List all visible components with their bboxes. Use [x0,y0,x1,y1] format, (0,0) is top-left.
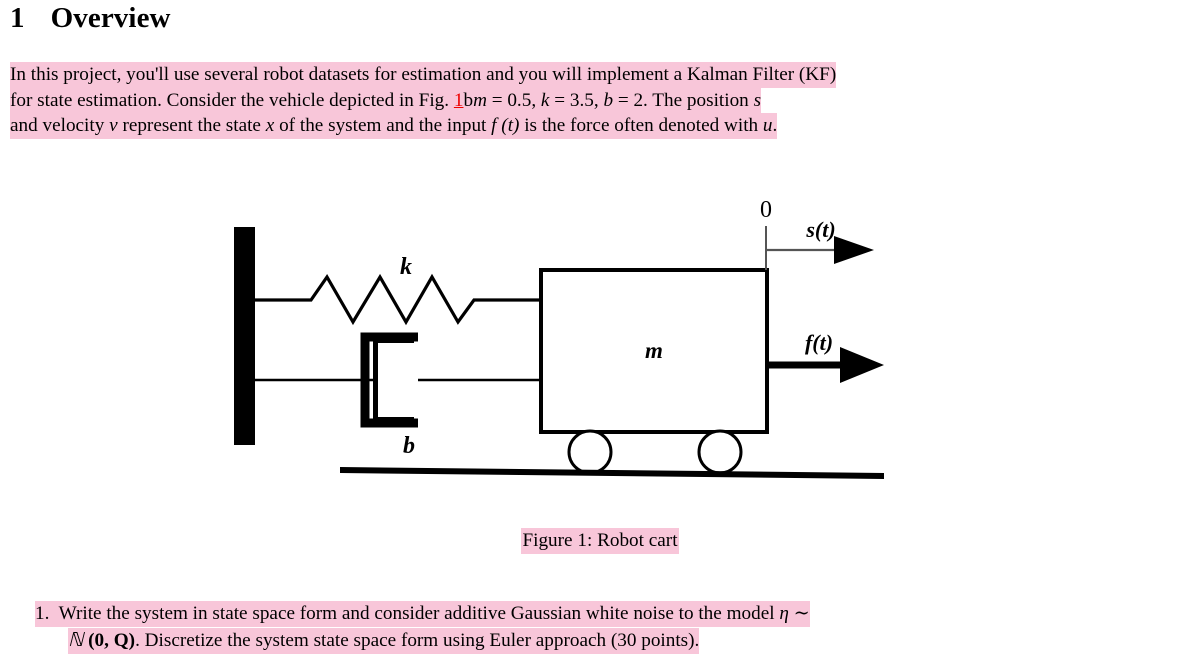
math-symbol-x: x [265,115,275,137]
damping-coefficient-label: b [403,433,415,459]
line3-part-e: . [772,115,778,137]
line3-part-b: represent the state [117,115,266,137]
math-symbol-normal-dist: ℕ [68,630,84,651]
paragraph-line-3: and velocity v represent the state x of … [10,113,1192,140]
page-title: 1 Overview [10,2,171,35]
question-line-1: 1. Write the system in state space form … [10,600,1192,627]
figure-caption: Figure 1: Robot cart [0,528,1200,554]
section-title-text: Overview [50,2,171,34]
line2-part-a: for state estimation. Consider the vehic… [10,89,454,111]
cart-wheel-right [697,429,743,475]
spring-coil-path [255,273,541,326]
math-symbol-eta: η [779,603,789,624]
highlighted-text: ℕ (0, Q). Discretize the system state sp… [68,628,700,654]
highlighted-text: for state estimation. Consider the vehic… [10,87,762,114]
highlighted-text: In this project, you'll use several robo… [10,62,837,88]
math-symbol-tilde: ∼ [788,603,810,624]
figure-block: k b m 0 s(t) f(t) Figure 1: Robot cart [0,170,1200,570]
line3-part-a: and velocity [10,115,110,137]
paragraph-line-1: In this project, you'll use several robo… [10,62,1192,88]
displacement-label: s(t) [805,217,835,242]
spring-element [255,273,541,326]
displacement-arrow-head [834,236,874,264]
math-symbol-s: s [753,89,762,111]
wall-support [234,227,255,445]
damper-element [255,332,541,428]
question-line-2: ℕ (0, Q). Discretize the system state sp… [10,627,1192,654]
math-symbol-m: m [473,89,487,111]
math-value-b: = 2. The position [613,89,754,111]
line3-part-d: is the force often denoted with [519,115,763,137]
figure-caption-text: Figure 1: Robot cart [521,528,679,554]
line2-part-b: b [463,89,474,111]
question-line1-text: Write the system in state space form and… [58,603,780,624]
section-number: 1 [10,2,25,34]
cart-wheel-left [567,429,613,475]
math-symbol-u: u [762,115,773,137]
question-list: 1. Write the system in state space form … [10,600,1192,654]
ground-bar [340,467,884,479]
mass-label: m [645,338,663,363]
force-arrow-head [840,347,884,383]
intro-paragraph: In this project, you'll use several robo… [10,62,1192,140]
math-value-m: = 0.5, [486,89,541,111]
damper-cylinder-inner [373,341,414,419]
math-symbol-ft: f (t) [491,115,520,137]
ground-surface [340,467,884,479]
math-normal-dist-args: (0, Q) [83,630,136,651]
highlighted-text: and velocity v represent the state x of … [10,113,778,140]
origin-label: 0 [760,197,772,223]
question-line2-text: . Discretize the system state space form… [135,630,700,651]
math-value-k: = 3.5, [549,89,604,111]
spring-constant-label: k [400,254,412,280]
list-item-marker: 1. [35,603,50,624]
paragraph-line-2: for state estimation. Consider the vehic… [10,87,1192,114]
math-symbol-v: v [109,115,118,137]
highlighted-text: 1. Write the system in state space form … [35,601,810,627]
force-label: f(t) [805,330,833,355]
math-symbol-b: b [603,89,614,111]
line3-part-c: of the system and the input [274,115,492,137]
robot-cart-diagram: k b m 0 s(t) f(t) [234,197,884,479]
